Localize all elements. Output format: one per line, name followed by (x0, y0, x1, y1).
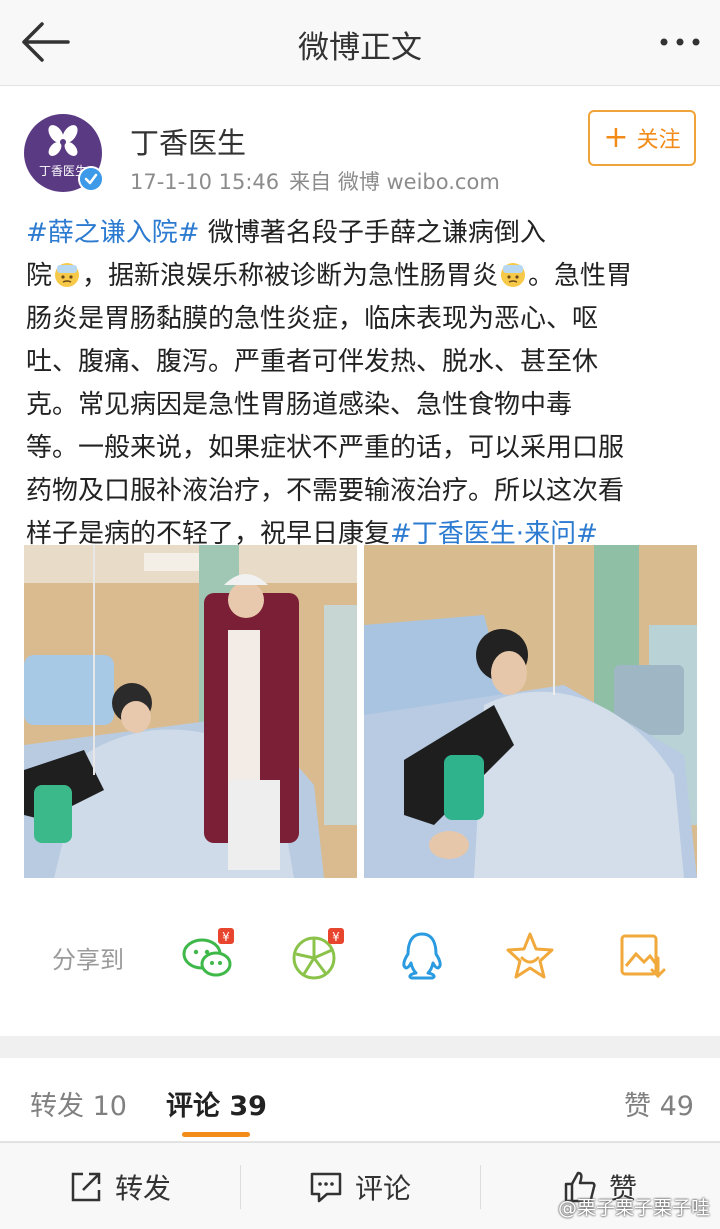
post-photo-1[interactable] (24, 545, 357, 878)
moments-badge: ¥ (332, 930, 340, 944)
post-meta: 17-1-10 15:46 来自 微博 weibo.com (130, 166, 510, 196)
post-text: #薛之谦入院# 微博著名段子手薛之谦病倒入院 ，据新浪娱乐称被诊断为急性肠胃炎 。急… (26, 212, 698, 556)
wechat-badge: ¥ (222, 930, 230, 944)
comment-icon (310, 1172, 342, 1202)
plus-icon: + (603, 120, 629, 155)
top-nav-bar: 微博正文 (0, 0, 720, 86)
save-image-icon[interactable] (614, 928, 670, 984)
post-line: 等。一般来说，如果症状不严重的话，可以采用口服 (26, 427, 698, 470)
hashtag-link[interactable]: #薛之谦入院# (26, 218, 200, 248)
author-name[interactable]: 丁香医生 (130, 120, 246, 162)
watermark: @栗子栗子栗子哇 (557, 1197, 710, 1219)
comment-label: 评论 (354, 1171, 411, 1205)
post-line: 肠炎是胃肠黏膜的急性炎症，临床表现为恶心、呕 (26, 298, 698, 341)
post-text-segment: 吐、腹痛、腹泻。严重者可伴发热、脱水、甚至休 (26, 347, 599, 377)
sick-face-emoji-icon (55, 263, 80, 287)
follow-label: 关注 (636, 128, 681, 153)
verified-badge (78, 166, 104, 192)
tab-reposts[interactable]: 转发 10 (30, 1084, 127, 1123)
moments-icon[interactable]: ¥ (290, 928, 346, 984)
tab-likes[interactable]: 赞 49 (624, 1084, 694, 1123)
share-label: 分享到 (52, 946, 124, 974)
post-line: 药物及口服补液治疗，不需要输液治疗。所以这次看 (26, 470, 698, 513)
sick-face-emoji-icon (501, 263, 526, 287)
repost-icon (71, 1172, 101, 1201)
wechat-icon[interactable]: ¥ (180, 928, 236, 984)
post-line: 院 ，据新浪娱乐称被诊断为急性肠胃炎 。急性胃 (26, 255, 698, 298)
post-line: #薛之谦入院# 微博著名段子手薛之谦病倒入 (26, 212, 698, 255)
share-row: 分享到 ¥ ¥ (0, 910, 720, 1006)
post-line: 吐、腹痛、腹泻。严重者可伴发热、脱水、甚至休 (26, 341, 698, 384)
post-text-segment: 药物及口服补液治疗，不需要输液治疗。所以这次看 (26, 476, 625, 506)
post-text-segment: 。急性胃 (528, 261, 633, 291)
repost-label: 转发 (114, 1171, 171, 1205)
more-options-icon[interactable] (656, 26, 704, 58)
post-text-segment: 微博著名段子手薛之谦病倒入 (199, 218, 546, 248)
tab-comments[interactable]: 评论 39 (166, 1084, 267, 1123)
post-line: 克。常见病因是急性胃肠道感染、急性食物中毒 (26, 384, 698, 427)
active-tab-underline (182, 1132, 250, 1137)
post-text-segment: 等。一般来说，如果症状不严重的话，可以采用口服 (26, 433, 625, 463)
post-time: 17-1-10 15:46 (130, 170, 280, 194)
page-title: 微博正文 (298, 30, 422, 66)
comment-button[interactable]: 评论 (240, 1143, 480, 1229)
post-text-segment: 肠炎是胃肠黏膜的急性炎症，临床表现为恶心、呕 (26, 304, 599, 334)
post-text-segment: 克。常见病因是急性胃肠道感染、急性食物中毒 (26, 390, 573, 420)
post-source: 来自 微博 weibo.com (289, 170, 500, 194)
verified-check-icon (80, 168, 102, 190)
post-photo-2[interactable] (364, 545, 697, 878)
favorite-star-icon[interactable] (502, 928, 558, 984)
interaction-tabs: 转发 10 评论 39 赞 49 (0, 1058, 720, 1142)
lilac-logo-icon (48, 125, 78, 156)
repost-button[interactable]: 转发 (0, 1143, 240, 1229)
follow-button[interactable]: + 关注 (588, 110, 696, 166)
section-divider (0, 1036, 720, 1058)
post-text-segment: 院 (26, 261, 53, 291)
post-text-segment: ，据新浪娱乐称被诊断为急性肠胃炎 (82, 261, 499, 291)
qq-icon[interactable] (394, 928, 450, 984)
